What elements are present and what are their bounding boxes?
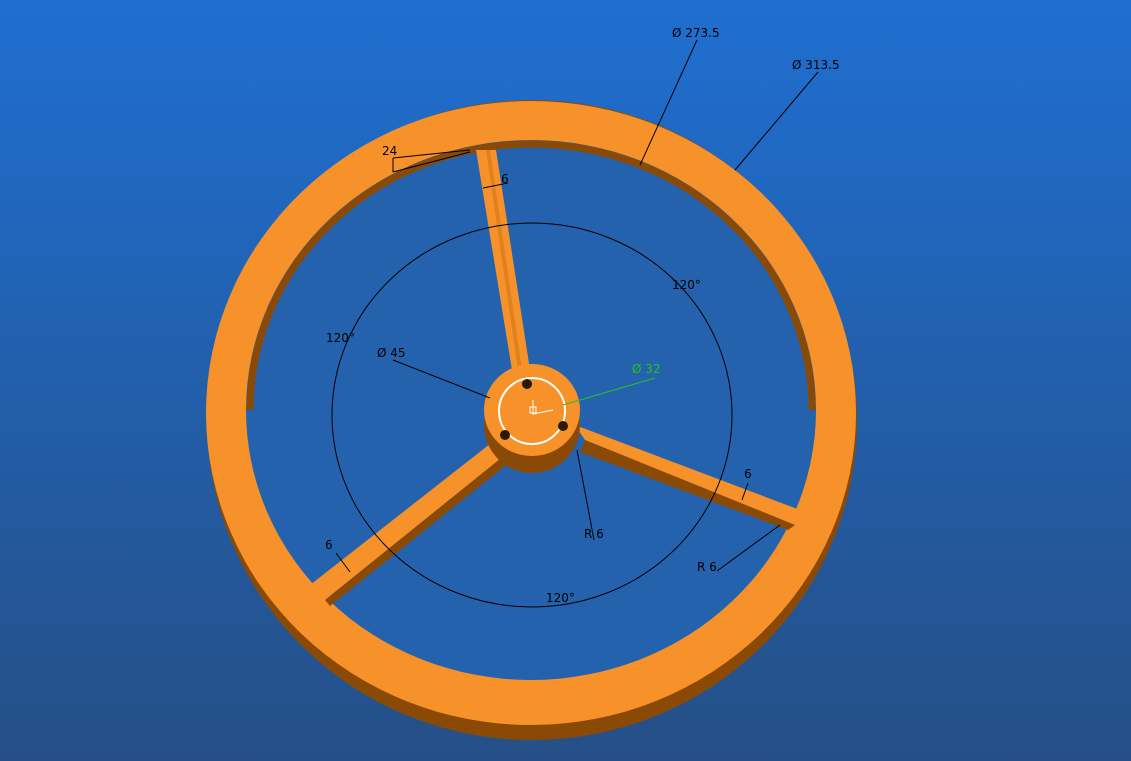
dim-spoke-width-right[interactable]: 6: [744, 467, 752, 481]
dim-fillet-rim[interactable]: R 6: [697, 560, 717, 574]
dim-spoke-width-left[interactable]: 6: [325, 538, 333, 552]
dim-chamfer[interactable]: 24: [382, 144, 397, 158]
cad-viewport[interactable]: Ø 273.5 Ø 313.5 24 6 120° 120° Ø 45 Ø 32…: [0, 0, 1131, 761]
dim-hub-bore-diameter[interactable]: Ø 32: [632, 362, 661, 376]
dim-angle-top-right[interactable]: 120°: [672, 278, 701, 292]
handwheel-part[interactable]: [206, 100, 857, 740]
dim-hub-circle-diameter[interactable]: Ø 45: [377, 346, 406, 360]
dim-outer-diameter[interactable]: Ø 313.5: [792, 58, 840, 72]
cad-canvas[interactable]: Ø 273.5 Ø 313.5 24 6 120° 120° Ø 45 Ø 32…: [0, 0, 1131, 761]
dim-angle-bottom[interactable]: 120°: [546, 591, 575, 605]
dim-spoke-width-top[interactable]: 6: [501, 172, 509, 186]
hub-hole-left: [500, 430, 510, 440]
dim-fillet-hub[interactable]: R 6: [584, 527, 604, 541]
hub-hole-top: [522, 379, 532, 389]
dim-angle-left[interactable]: 120°: [326, 331, 355, 345]
hub-hole-right: [558, 421, 568, 431]
dim-inner-diameter[interactable]: Ø 273.5: [672, 26, 720, 40]
